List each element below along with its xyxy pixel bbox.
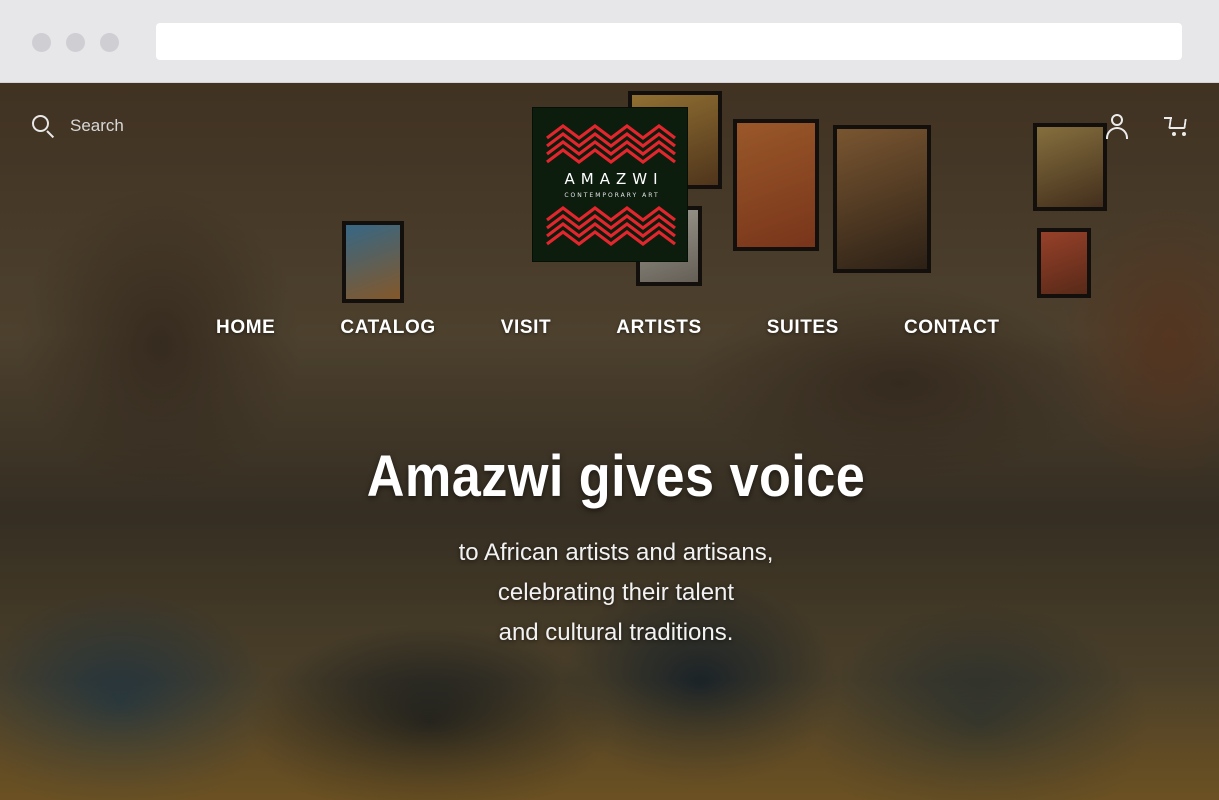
search-icon[interactable]: [30, 113, 56, 139]
main-nav: HOME CATALOG VISIT ARTISTS SUITES CONTAC…: [216, 317, 1000, 339]
nav-item-catalog[interactable]: CATALOG: [340, 317, 435, 339]
window-close-dot[interactable]: [32, 33, 51, 52]
nav-item-contact[interactable]: CONTACT: [904, 317, 1000, 339]
nav-item-suites[interactable]: SUITES: [767, 317, 839, 339]
hero-subtitle-line: celebrating their talent: [497, 579, 735, 606]
nav-item-visit[interactable]: VISIT: [501, 317, 552, 339]
window-minimize-dot[interactable]: [66, 33, 85, 52]
logo-name: AMAZWI: [564, 170, 664, 188]
amazwi-logo[interactable]: AMAZWI CONTEMPORARY ART: [532, 107, 688, 262]
hero-title: Amazwi gives voice: [366, 444, 866, 509]
nav-item-home[interactable]: HOME: [216, 317, 275, 339]
hero-subtitle-line: to African artists and artisans,: [458, 539, 774, 566]
browser-chrome: [0, 0, 1219, 83]
hero-subtitle: to African artists and artisans, celebra…: [0, 533, 1219, 653]
user-icon[interactable]: [1104, 113, 1130, 139]
address-bar[interactable]: [156, 23, 1182, 60]
logo-tagline: CONTEMPORARY ART: [564, 192, 660, 199]
nav-item-artists[interactable]: ARTISTS: [616, 317, 701, 339]
hero-section: AMAZWI CONTEMPORARY ART HOME CATALOG VIS…: [0, 83, 1219, 800]
search-input[interactable]: [70, 116, 160, 136]
window-maximize-dot[interactable]: [100, 33, 119, 52]
hero-subtitle-line: and cultural traditions.: [498, 619, 734, 646]
search-box[interactable]: [30, 113, 160, 139]
cart-icon[interactable]: [1164, 113, 1190, 139]
